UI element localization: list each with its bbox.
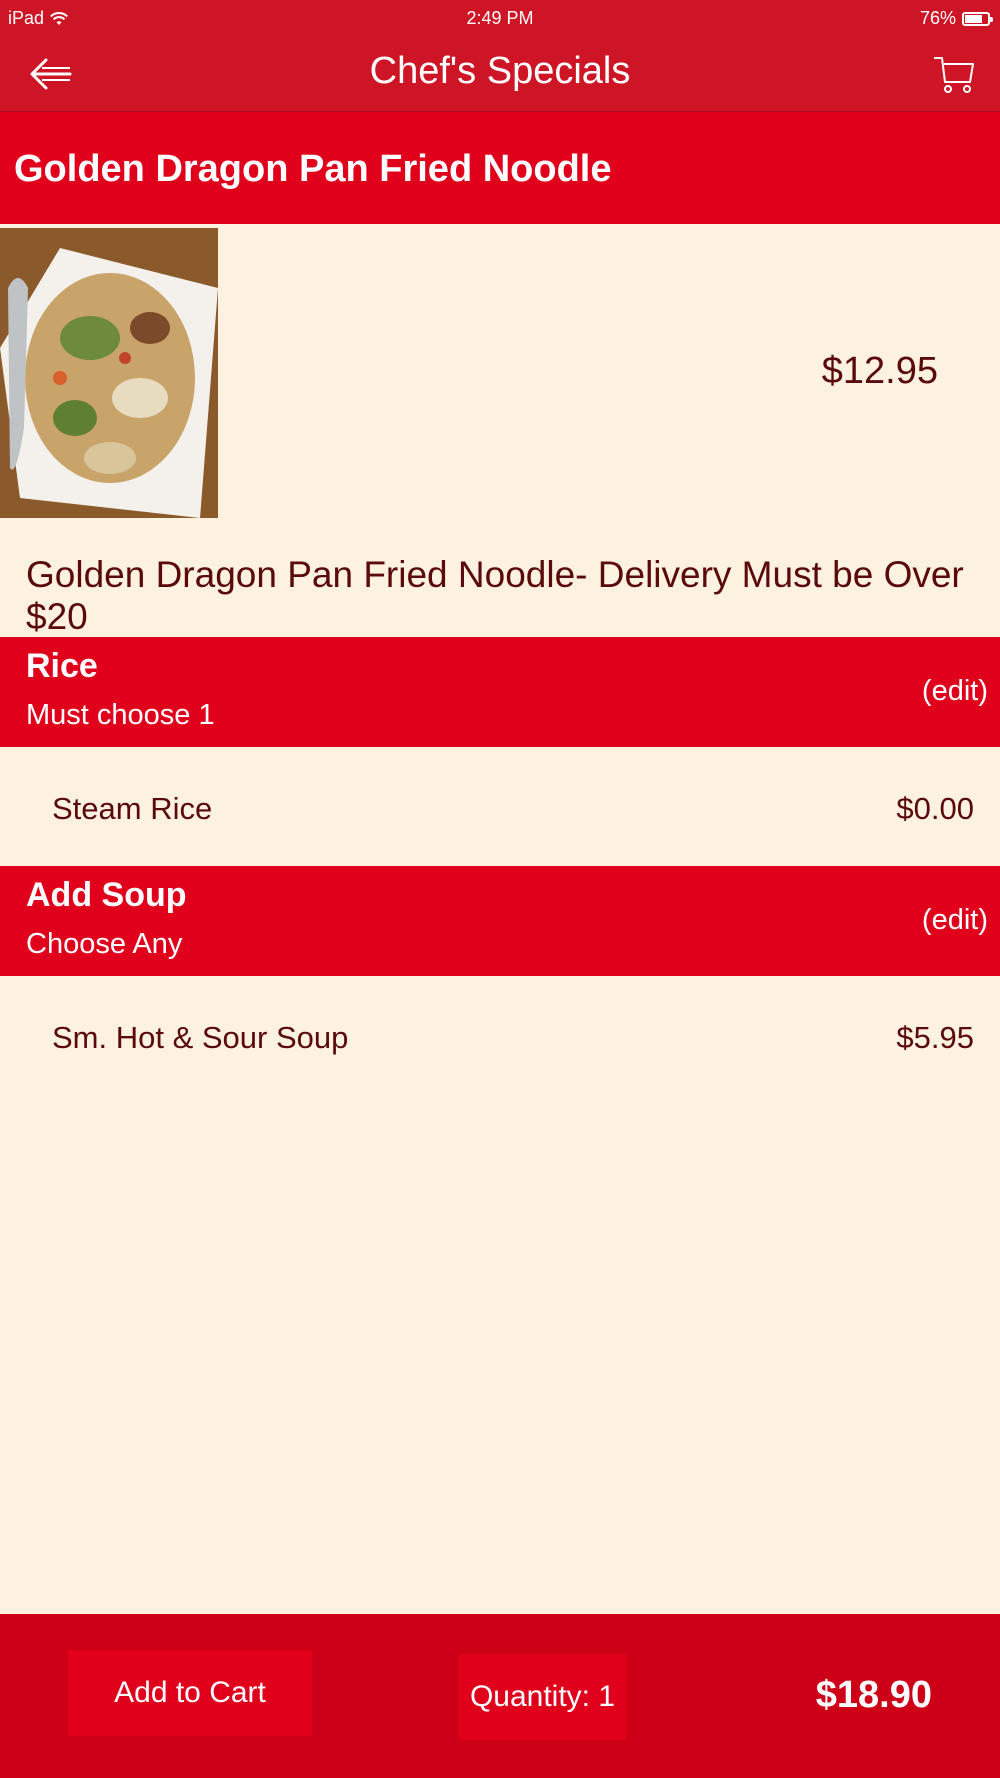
status-time: 2:49 PM <box>466 8 534 28</box>
option-price: $0.00 <box>896 791 974 826</box>
option-label: Steam Rice <box>52 791 213 826</box>
bottom-bar: Add to Cart Quantity: 1 $18.90 <box>0 1614 1000 1778</box>
cart-icon <box>934 57 974 93</box>
add-to-cart-button[interactable]: Add to Cart <box>68 1650 312 1736</box>
option-row-hot-sour-soup[interactable]: Sm. Hot & Sour Soup $5.95 <box>0 980 1000 1096</box>
battery-level <box>965 14 982 23</box>
order-total: $18.90 <box>815 1674 932 1716</box>
edit-soup-link[interactable]: (edit) <box>922 904 988 937</box>
option-label: Sm. Hot & Sour Soup <box>52 1020 349 1055</box>
battery-icon <box>962 11 993 26</box>
item-photo <box>0 228 218 518</box>
quantity-button[interactable]: Quantity: 1 <box>459 1654 626 1740</box>
status-right: 76% <box>919 8 993 29</box>
item-price: $12.95 <box>821 350 938 392</box>
battery-percent: 76% <box>919 8 956 28</box>
section-add-soup: Add Soup Choose Any (edit) <box>0 866 1000 976</box>
noodle-dish-image <box>0 228 218 518</box>
item-description: Golden Dragon Pan Fried Noodle- Delivery… <box>26 554 964 637</box>
option-row-steam-rice[interactable]: Steam Rice $0.00 <box>0 751 1000 867</box>
section-title: Add Soup <box>26 876 187 914</box>
nav-bar: Chef's Specials <box>0 36 1000 112</box>
edit-rice-link[interactable]: (edit) <box>922 675 988 708</box>
option-price: $5.95 <box>896 1020 974 1055</box>
section-subtitle: Must choose 1 <box>26 699 215 731</box>
status-bar: iPad 2:49 PM 76% <box>0 0 1000 36</box>
cart-button[interactable] <box>932 52 976 96</box>
section-title: Rice <box>26 647 98 685</box>
section-subtitle: Choose Any <box>26 928 183 960</box>
page-title: Chef's Specials <box>369 50 631 92</box>
section-rice: Rice Must choose 1 (edit) <box>0 637 1000 747</box>
item-name: Golden Dragon Pan Fried Noodle <box>14 148 612 190</box>
item-header: Golden Dragon Pan Fried Noodle <box>0 112 1000 224</box>
